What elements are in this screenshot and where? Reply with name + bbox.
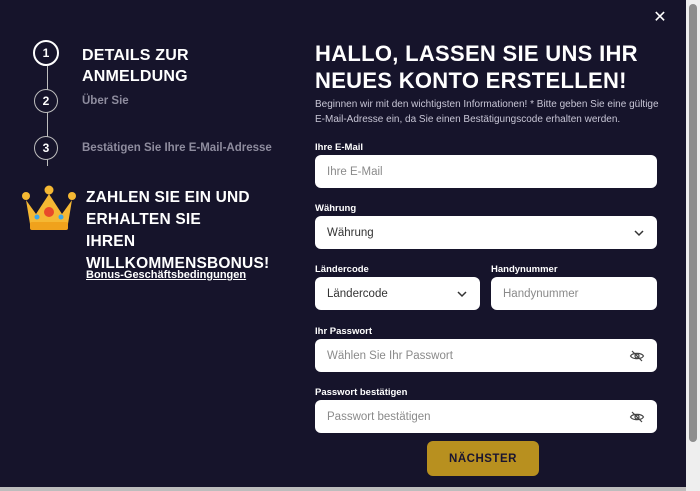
bonus-terms-link[interactable]: Bonus-Geschäftsbedingungen xyxy=(86,269,246,281)
step-3-label: Bestätigen Sie Ihre E-Mail-Adresse xyxy=(82,142,272,154)
password-confirm-field[interactable]: Passwort bestätigen xyxy=(315,400,657,433)
next-button[interactable]: NÄCHSTER xyxy=(427,441,539,476)
currency-selected: Währung xyxy=(327,226,374,239)
phone-placeholder: Handynummer xyxy=(503,287,579,300)
eye-off-icon[interactable] xyxy=(629,409,645,425)
phone-label: Handynummer xyxy=(491,264,558,275)
chevron-down-icon xyxy=(457,290,467,297)
password-field[interactable]: Wählen Sie Ihr Passwort xyxy=(315,339,657,372)
crown-icon xyxy=(22,185,76,230)
bottom-edge xyxy=(0,487,686,491)
scrollbar-thumb[interactable] xyxy=(689,4,697,442)
currency-label: Währung xyxy=(315,203,357,214)
email-label: Ihre E-Mail xyxy=(315,142,364,153)
email-placeholder: Ihre E-Mail xyxy=(327,165,383,178)
password-placeholder: Wählen Sie Ihr Passwort xyxy=(327,349,453,362)
close-icon[interactable]: ✕ xyxy=(652,10,668,26)
country-code-label: Ländercode xyxy=(315,264,369,275)
step-3-circle: 3 xyxy=(34,136,58,160)
email-field[interactable]: Ihre E-Mail xyxy=(315,155,657,188)
password-confirm-label: Passwort bestätigen xyxy=(315,387,408,398)
phone-field[interactable]: Handynummer xyxy=(491,277,657,310)
eye-off-icon[interactable] xyxy=(629,348,645,364)
step-1-circle: 1 xyxy=(33,40,59,66)
chevron-down-icon xyxy=(634,229,644,236)
registration-modal: ✕ 1 DETAILS ZUR ANMELDUNG 2 Über Sie 3 B… xyxy=(0,0,686,487)
password-confirm-placeholder: Passwort bestätigen xyxy=(327,410,431,423)
password-label: Ihr Passwort xyxy=(315,326,373,337)
form-intro: Beginnen wir mit den wichtigsten Informa… xyxy=(315,99,659,125)
step-2-circle: 2 xyxy=(34,89,58,113)
form-title: HALLO, LASSEN SIE UNS IHR NEUES KONTO ER… xyxy=(315,41,638,93)
country-code-selected: Ländercode xyxy=(327,287,388,300)
step-1-label: DETAILS ZUR ANMELDUNG xyxy=(82,47,189,85)
country-code-select[interactable]: Ländercode xyxy=(315,277,480,310)
scrollbar[interactable] xyxy=(686,0,700,491)
bonus-title: ZAHLEN SIE EIN UND ERHALTEN SIE IHREN WI… xyxy=(86,189,270,272)
step-2-label: Über Sie xyxy=(82,95,129,107)
currency-select[interactable]: Währung xyxy=(315,216,657,249)
